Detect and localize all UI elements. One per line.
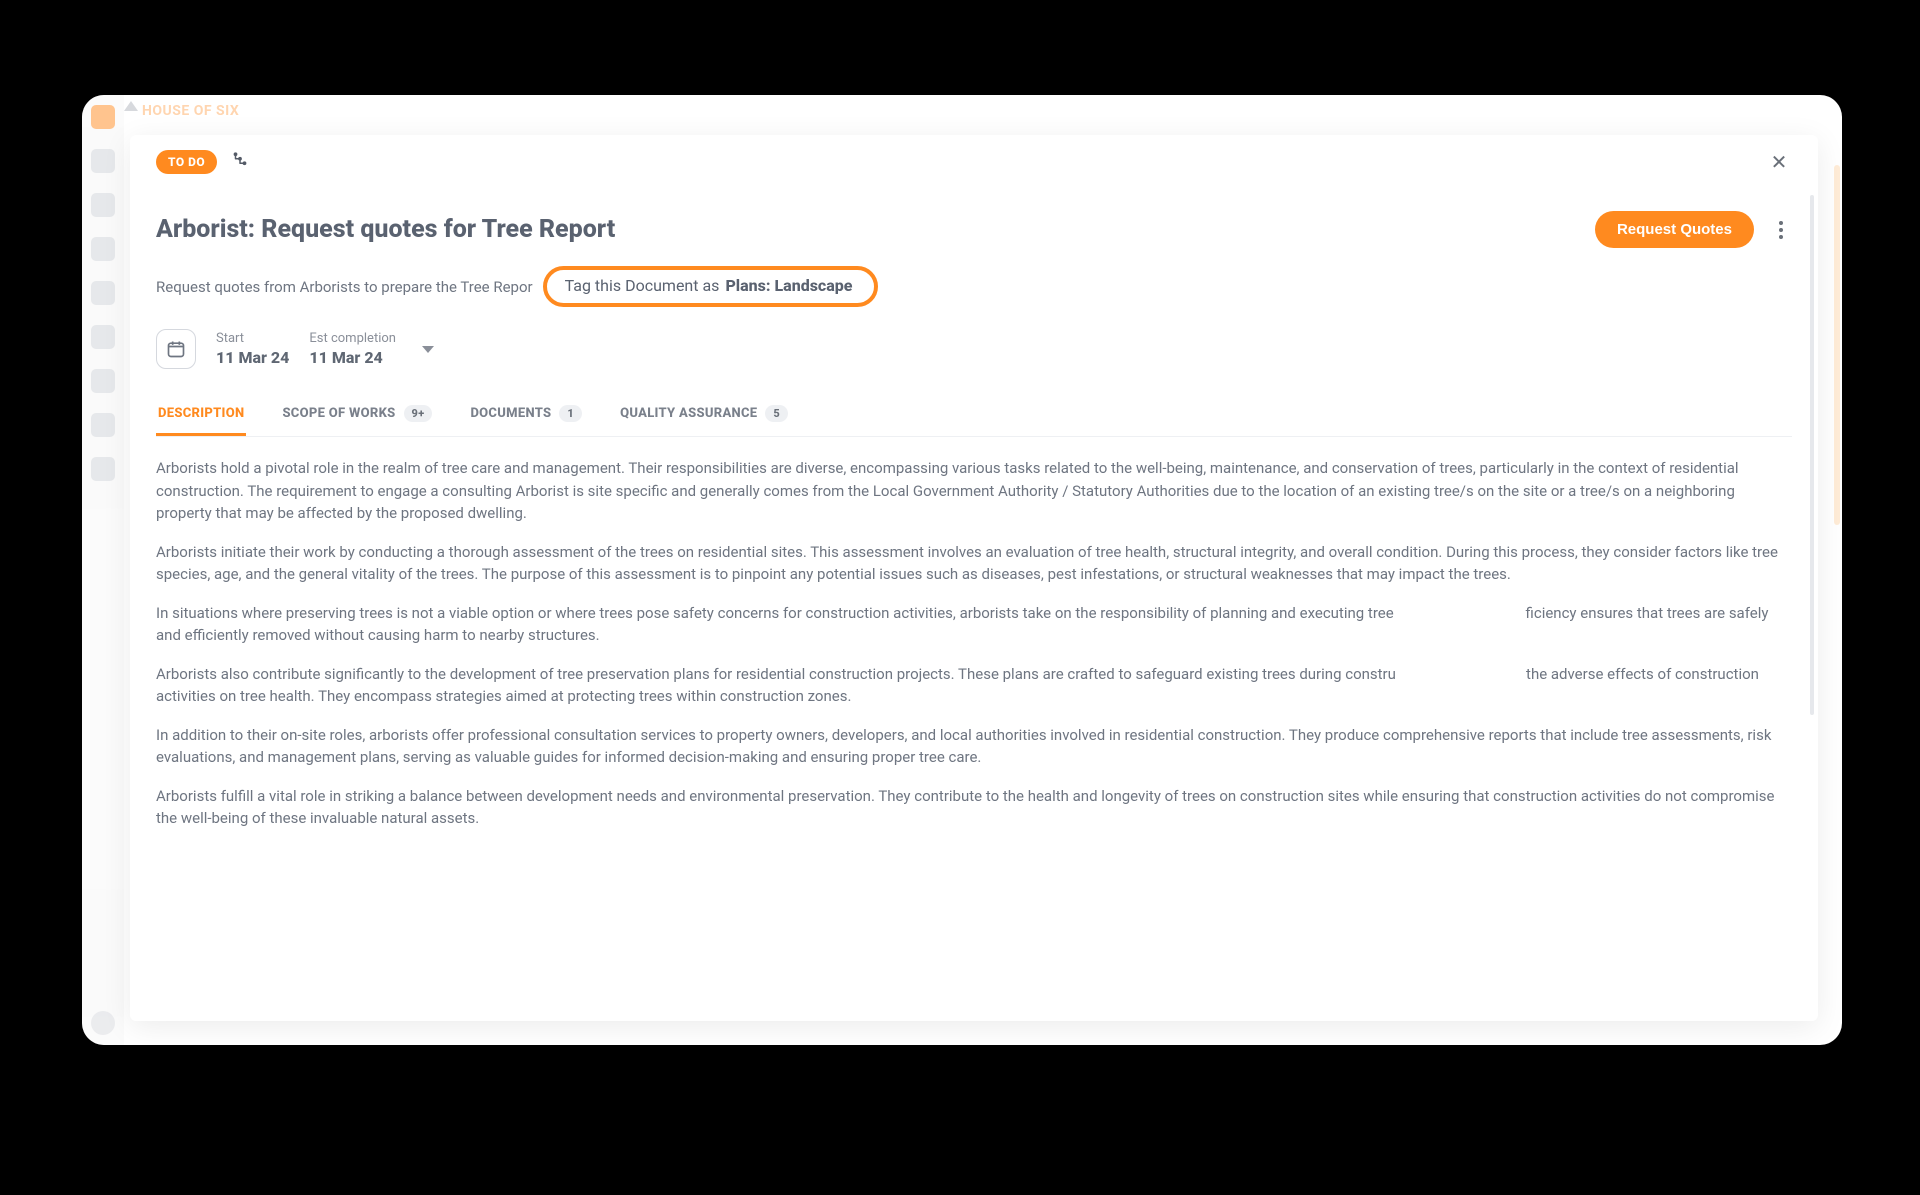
sidebar-bg-icon — [91, 237, 115, 261]
background-right-stripe — [1834, 165, 1840, 525]
description-paragraph: In situations where preserving trees is … — [156, 602, 1784, 647]
text-span: Arborists also contribute significantly … — [156, 665, 1396, 683]
description-paragraph: Arborists fulfill a vital role in striki… — [156, 785, 1784, 830]
description-paragraph: Arborists hold a pivotal role in the rea… — [156, 457, 1784, 525]
task-modal: TO DO ✕ Arborist: Request quotes for Tre… — [130, 135, 1818, 1021]
task-title: Arborist: Request quotes for Tree Report — [156, 215, 615, 244]
hierarchy-icon[interactable] — [231, 152, 249, 173]
tab-label: DOCUMENTS — [470, 406, 551, 421]
text-span: In situations where preserving trees is … — [156, 604, 1397, 622]
tabs-row: DESCRIPTION SCOPE OF WORKS 9+ DOCUMENTS … — [156, 395, 1792, 437]
dates-row[interactable]: Start 11 Mar 24 Est completion 11 Mar 24 — [156, 329, 1792, 369]
tab-description[interactable]: DESCRIPTION — [156, 396, 246, 436]
sidebar-bg-icon — [91, 149, 115, 173]
title-actions: Request Quotes — [1595, 211, 1792, 248]
tag-prefix: Tag this Document as — [565, 276, 720, 295]
subtitle-text: Request quotes from Arborists to prepare… — [156, 278, 533, 296]
modal-top-bar: TO DO ✕ — [156, 149, 1792, 175]
sidebar-bg-icon — [91, 281, 115, 305]
sidebar-bg-icon — [91, 325, 115, 349]
est-completion-value: 11 Mar 24 — [309, 348, 396, 367]
sidebar-bg-icon — [91, 193, 115, 217]
tab-quality-assurance[interactable]: QUALITY ASSURANCE 5 — [618, 395, 790, 437]
status-badge[interactable]: TO DO — [156, 150, 217, 174]
background-sidebar — [82, 95, 124, 1045]
document-tag-pill[interactable]: Tag this Document as Plans: Landscape — [543, 266, 879, 307]
start-date-value: 11 Mar 24 — [216, 348, 289, 367]
subtitle-row: Request quotes from Arborists to prepare… — [156, 266, 1792, 307]
scrollbar[interactable] — [1810, 195, 1814, 715]
tab-scope-of-works[interactable]: SCOPE OF WORKS 9+ — [280, 395, 434, 437]
description-body: Arborists hold a pivotal role in the rea… — [156, 457, 1792, 830]
request-quotes-button[interactable]: Request Quotes — [1595, 211, 1754, 248]
breadcrumb-caret-icon — [124, 101, 138, 111]
tab-documents[interactable]: DOCUMENTS 1 — [468, 395, 584, 437]
start-date-label: Start — [216, 331, 289, 346]
more-menu-button[interactable] — [1770, 217, 1792, 243]
sidebar-app-icon — [91, 105, 115, 129]
chevron-down-icon[interactable] — [422, 346, 434, 353]
breadcrumb: HOUSE OF SIX — [142, 103, 239, 119]
sidebar-bg-icon — [91, 457, 115, 481]
app-frame: HOUSE OF SIX TO DO ✕ Arborist: Request q… — [82, 95, 1842, 1045]
tab-count: 1 — [559, 405, 582, 422]
calendar-icon — [156, 329, 196, 369]
obscured-text: ction and minimize — [1396, 665, 1522, 683]
tab-count: 5 — [765, 405, 788, 422]
tag-value: Plans: Landscape — [725, 276, 852, 295]
close-button[interactable]: ✕ — [1766, 149, 1792, 175]
tab-label: SCOPE OF WORKS — [282, 406, 395, 421]
sidebar-bg-icon — [91, 369, 115, 393]
obscured-text: removals. Their pro — [1397, 604, 1525, 622]
sidebar-bg-icon — [91, 413, 115, 437]
tab-count: 9+ — [404, 405, 433, 422]
tab-label: QUALITY ASSURANCE — [620, 406, 757, 421]
title-row: Arborist: Request quotes for Tree Report… — [156, 211, 1792, 248]
description-paragraph: Arborists initiate their work by conduct… — [156, 541, 1784, 586]
tab-label: DESCRIPTION — [158, 406, 244, 421]
est-completion-block: Est completion 11 Mar 24 — [309, 331, 396, 367]
sidebar-settings-icon — [91, 1011, 115, 1035]
est-completion-label: Est completion — [309, 331, 396, 346]
start-date-block: Start 11 Mar 24 — [216, 331, 289, 367]
description-paragraph: In addition to their on-site roles, arbo… — [156, 724, 1784, 769]
description-paragraph: Arborists also contribute significantly … — [156, 663, 1784, 708]
badge-row: TO DO — [156, 150, 249, 174]
